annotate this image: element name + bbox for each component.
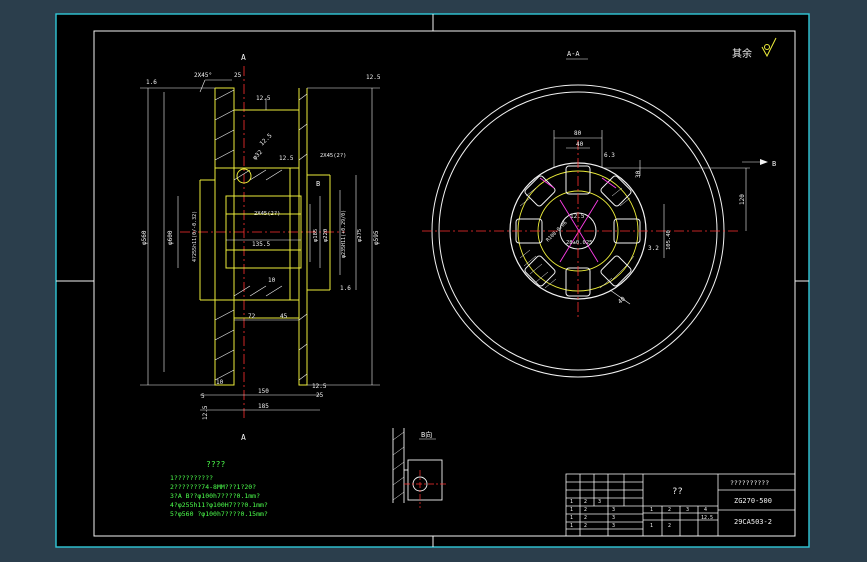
tb-lower-2: 2 [668, 523, 671, 529]
tb-row4-c3: 3 [612, 523, 615, 529]
drawing-code: 29CA503-2 [734, 518, 772, 526]
front-dim-side: 105.40 [666, 230, 672, 250]
dim-185: 185 [258, 403, 269, 410]
tb-lower-1: 1 [650, 523, 653, 529]
section-title: A-A [567, 50, 580, 58]
tb-row2-c2: 2 [584, 507, 587, 513]
dim-right-dia: φ595 [373, 230, 380, 245]
tb-row3-c1: 1 [570, 515, 573, 521]
dim-hub-len: 135.5 [252, 241, 270, 248]
dim-top-chamfer: 2X45° [194, 72, 212, 79]
part-name: ?? [672, 487, 683, 497]
section-mark-bottom: A [241, 433, 246, 442]
tb-row1-c3: 3 [598, 499, 601, 505]
dim-ra-150: 25 [316, 392, 324, 399]
dim-mid-chamfer: 2X45(2?) [254, 211, 281, 217]
section-mark-top: A [241, 53, 246, 62]
tb-row3-c3: 3 [612, 515, 615, 521]
dim-hub-dia-185: φ185 [313, 229, 319, 242]
dim-72: 72 [248, 313, 256, 320]
front-dim-80: 80 [574, 130, 582, 137]
tb-scale-3: 3 [686, 507, 689, 513]
view-b-label: B [772, 160, 776, 168]
front-dim-40: 40 [576, 141, 584, 148]
dim-bore-fit: 4?255h11(0/-0.32) [192, 211, 198, 262]
label-b-side: B [316, 180, 320, 188]
dim-10b: 10 [216, 379, 224, 386]
tb-scale-4: 4 [704, 507, 707, 513]
dim-top-width: 25 [234, 72, 242, 79]
dim-hub-dia-220: φ220 [323, 229, 329, 242]
dim-45: 45 [280, 313, 288, 320]
tb-row4-c2: 2 [584, 523, 587, 529]
tb-row3-c2: 2 [584, 515, 587, 521]
dim-5: 5 [201, 393, 205, 400]
dim-top-right-ra: 12.5 [366, 74, 381, 81]
front-dim-bore: 28±0.025 [566, 240, 593, 246]
dim-150: 150 [258, 388, 269, 395]
dim-right-ra-low: 1.6 [340, 285, 351, 292]
front-dim-30: 30 [635, 170, 642, 178]
dim-top-left-ra: 1.6 [146, 79, 157, 86]
tb-row1-c1: 1 [570, 499, 573, 505]
tb-row2-c1: 1 [570, 507, 573, 513]
front-dim-120: 120 [739, 194, 746, 205]
tech-req-line-2: 2???????74-8MM???1?20? [170, 483, 256, 491]
detail-b-label: B向 [421, 430, 432, 439]
tb-scale-2: 2 [668, 507, 671, 513]
dim-ra-bottom-right: 12.5 [312, 383, 327, 390]
dim-dia-560: φ560 [141, 230, 148, 245]
front-dim-ra-top: 6.3 [604, 152, 615, 159]
tech-req-title: ???? [206, 460, 225, 469]
drawing-number: ZG270-500 [734, 497, 772, 505]
roughness-note: 其余 [732, 47, 752, 60]
dim-small-10: 10 [268, 277, 276, 284]
tb-scale-5: 12.5 [701, 515, 713, 521]
dim-mid-ra: 12.5 [279, 155, 294, 162]
tb-scale-1: 1 [650, 507, 653, 513]
company-name: ?????????? [730, 479, 769, 487]
tech-req-line-3: 3?A B??φ100h7????0.1mm? [170, 492, 260, 500]
drawing-paper [55, 13, 810, 548]
front-dim-ra-right: 3.2 [648, 245, 659, 252]
dim-dia-600: φ600 [167, 230, 174, 245]
front-dim-ra-mid: 12.5 [570, 213, 585, 220]
tech-req-line-1: 1?????????? [170, 474, 213, 482]
dim-chamfer-right: 2X45(2?) [320, 153, 347, 159]
tech-req-line-4: 4?φ255h11?φ100H7???0.1mm? [170, 501, 268, 509]
tb-row4-c1: 1 [570, 523, 573, 529]
tb-row1-c2: 2 [584, 499, 587, 505]
dim-hub-dia-275: φ275 [357, 229, 363, 242]
cad-drawing-canvas[interactable]: A A 1.6 2X45° 25 12.5 φ560 φ600 4?255h11… [0, 0, 867, 562]
tech-req-line-5: 5?φ560 ?φ100h7????0.15mm? [170, 510, 268, 518]
tb-row2-c3: 3 [612, 507, 615, 513]
dim-web-ra: 12.5 [256, 95, 271, 102]
dim-hub-fit: φ235H11(+0.29/0) [341, 210, 347, 258]
dim-ra-bottom-left: 12.5 [202, 405, 209, 420]
